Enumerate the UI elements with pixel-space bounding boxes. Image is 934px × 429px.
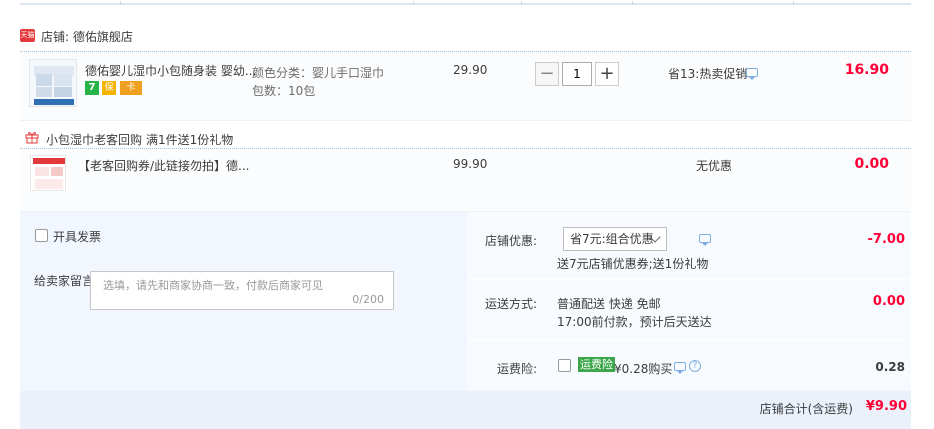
card-payment-icon[interactable]: 卡 — [120, 81, 142, 95]
table-top-divider — [20, 1, 911, 5]
insurance-checkbox[interactable] — [558, 359, 571, 372]
summary-divider — [467, 279, 911, 280]
store-discount-select[interactable]: 省7元:组合优惠 — [563, 227, 667, 251]
buyer-options: 开具发票 给卖家留言: 选填，请先和商家协商一致，付款后商家可见 0/200 — [20, 212, 466, 390]
store-header: 天猫 店铺: 德佑旗舰店 — [20, 25, 911, 51]
store-total-row: 店铺合计(含运费) ¥9.90 — [20, 391, 911, 429]
product-title-link[interactable]: 德佑婴儿湿巾小包随身装 婴幼... — [85, 62, 256, 79]
insurance-comment-icon[interactable] — [674, 362, 686, 374]
store-discount-note: 送7元店铺优惠券;送1份礼物 — [557, 257, 709, 271]
item-subtotal: 16.90 — [844, 62, 889, 78]
invoice-label[interactable]: 开具发票 — [53, 228, 101, 245]
help-icon[interactable]: ? — [689, 360, 701, 372]
discount-comment-icon[interactable] — [699, 234, 711, 246]
store-total-value: ¥9.90 — [865, 399, 907, 414]
tmall-logo-icon: 天猫 — [20, 29, 35, 42]
promo-comment-icon[interactable] — [746, 68, 758, 80]
gift-icon — [25, 132, 39, 144]
seller-message-input[interactable]: 选填，请先和商家协商一致，付款后商家可见 0/200 — [90, 271, 394, 310]
store-discount-label: 店铺优惠: — [484, 234, 537, 248]
insurance-price: ¥0.28购买 — [614, 362, 673, 376]
message-placeholder: 选填，请先和商家协商一致，付款后商家可见 — [103, 279, 323, 292]
guarantee-icon[interactable]: 保 — [102, 81, 116, 95]
coupon-title-link[interactable]: 【老客回购券/此链接勿拍】德... — [78, 157, 250, 174]
unit-price: 99.90 — [453, 157, 488, 171]
shipping-method: 普通配送 快递 免邮 — [557, 297, 661, 311]
store-discount-value: -7.00 — [867, 232, 905, 247]
item-subtotal: 0.00 — [854, 156, 889, 172]
quantity-input[interactable]: 1 — [562, 62, 592, 86]
item-promotion: 无优惠 — [696, 159, 733, 173]
order-item: 【老客回购券/此链接勿拍】德... 99.90 无优惠 0.00 — [20, 149, 911, 212]
store-name[interactable]: 店铺: 德佑旗舰店 — [41, 28, 133, 45]
store-summary: 店铺优惠: 省7元:组合优惠 送7元店铺优惠券;送1份礼物 -7.00 运送方式… — [467, 212, 911, 390]
store-discount-selected: 省7元:组合优惠 — [570, 232, 654, 246]
gift-rule: 满1件送1份礼物 — [146, 133, 234, 147]
insurance-value: 0.28 — [875, 360, 905, 374]
quantity-decrease-button[interactable]: − — [535, 62, 559, 86]
quantity-stepper: − 1 + — [535, 62, 619, 86]
insurance-badge: 运费险 — [578, 357, 615, 372]
product-attr-pack: 包数：10包 — [252, 84, 316, 98]
order-item: 德佑婴儿湿巾小包随身装 婴幼... 7 保 卡 颜色分类：婴儿手口湿巾 包数：1… — [20, 52, 911, 121]
insurance-label: 运费险: — [496, 362, 537, 376]
product-attr-color: 颜色分类：婴儿手口湿巾 — [252, 66, 385, 80]
invoice-checkbox[interactable] — [35, 229, 48, 242]
unit-price: 29.90 — [453, 63, 488, 77]
seven-day-return-icon[interactable]: 7 — [85, 81, 99, 95]
quantity-increase-button[interactable]: + — [595, 62, 619, 86]
item-promotion: 省13:热卖促销 — [668, 67, 748, 81]
message-counter: 0/200 — [352, 293, 384, 306]
coupon-thumbnail[interactable] — [30, 155, 66, 191]
shipping-label: 运送方式: — [484, 297, 537, 311]
shipping-value: 0.00 — [872, 294, 905, 309]
shipping-eta: 17:00前付款，预计后天送达 — [557, 315, 712, 329]
gift-promotion-row: 小包湿巾老客回购 满1件送1份礼物 — [20, 126, 911, 148]
store-total-label: 店铺合计(含运费) — [759, 402, 853, 416]
product-thumbnail[interactable] — [29, 59, 77, 107]
gift-title: 小包湿巾老客回购 — [46, 133, 143, 147]
message-label: 给卖家留言: — [34, 274, 99, 288]
summary-divider — [467, 340, 911, 341]
